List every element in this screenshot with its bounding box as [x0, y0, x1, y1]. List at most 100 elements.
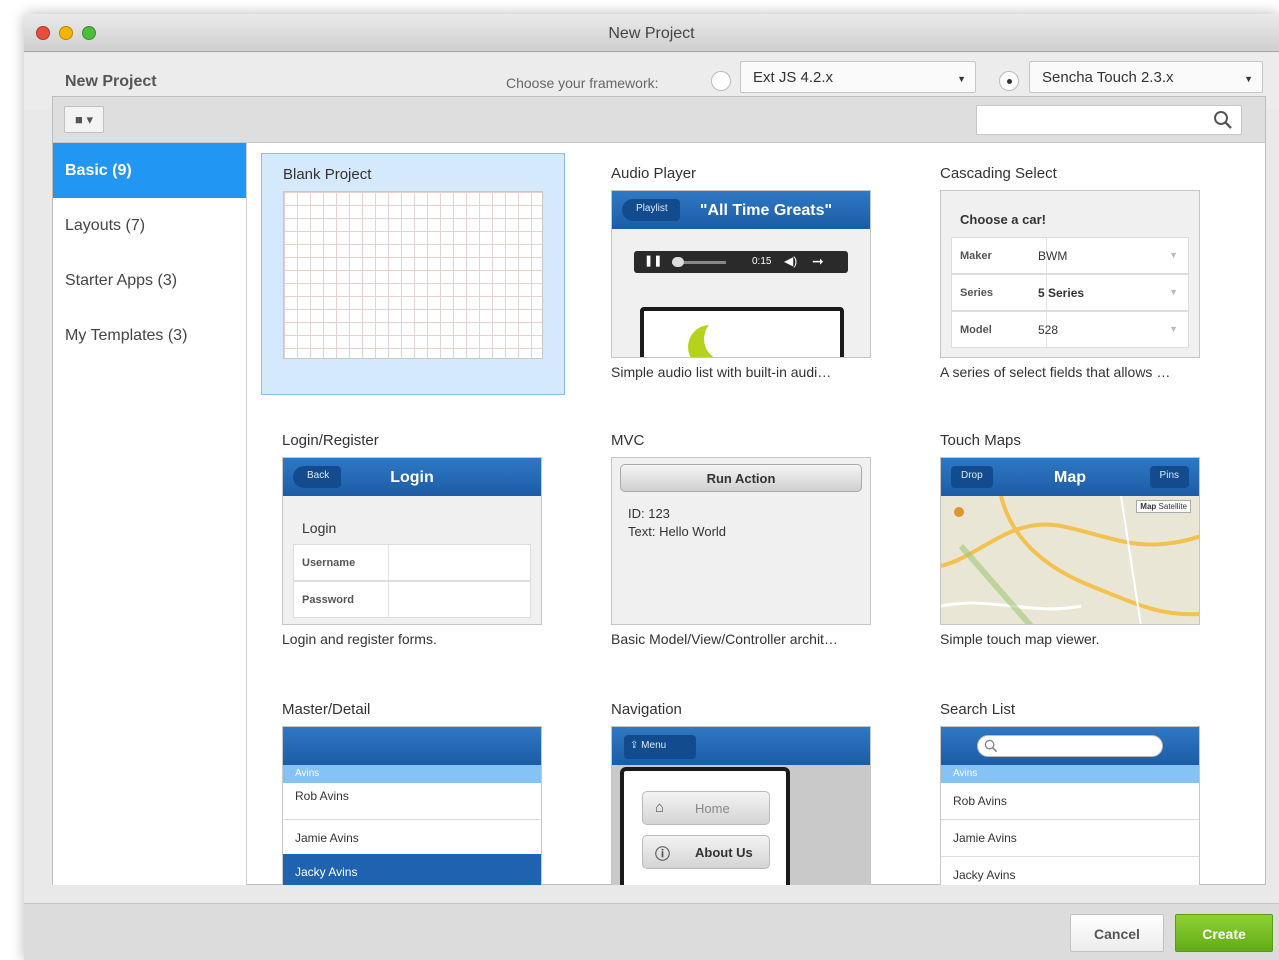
preview-pins-button: Pins [1149, 466, 1189, 488]
map-preview: Map Satellite [941, 496, 1199, 624]
map-type-toggle: Map Satellite [1136, 500, 1191, 513]
template-description: A series of select fields that allows … [940, 364, 1171, 380]
chevron-down-icon: ▼ [1169, 287, 1178, 297]
template-card-blank-project[interactable]: Blank Project [261, 153, 565, 395]
home-icon: ⌂ [655, 799, 665, 816]
preview-home-button: ⌂ Home [642, 791, 770, 825]
template-thumbnail: Avins Rob Avins Jamie Avins Jacky Avins [940, 726, 1200, 885]
chevron-down-icon: ▼ [957, 74, 966, 84]
list-item: Jacky Avins [283, 854, 541, 885]
sidebar-item-my-templates[interactable]: My Templates (3) [53, 308, 246, 363]
template-thumbnail: Avins Rob Avins Jamie Avins Jacky Avins [282, 726, 542, 885]
template-search-input[interactable] [976, 105, 1242, 135]
framework-label: Choose your framework: [506, 75, 659, 91]
row-divider [388, 582, 389, 617]
list-item: Rob Avins [941, 783, 1199, 820]
template-description: Simple touch map viewer. [940, 631, 1100, 647]
nav-item-label: Home [695, 801, 730, 816]
template-title: MVC [611, 432, 645, 449]
cancel-button[interactable]: Cancel [1070, 914, 1164, 952]
title-bar: New Project [24, 14, 1279, 52]
template-thumbnail: Choose a car! Maker BWM ▼ Series 5 Serie… [940, 190, 1200, 358]
chevron-down-icon: ▼ [1169, 250, 1178, 260]
template-description: Basic Model/View/Controller archit… [611, 631, 838, 647]
template-card-search-list[interactable]: Search List Avins Rob Avins Jamie Avins [919, 689, 1223, 885]
view-mode-button[interactable]: ■ ▾ [64, 106, 104, 133]
template-thumbnail: ⇪ Menu ⌂ Home ⓘ About Us [611, 726, 871, 885]
template-card-touch-maps[interactable]: Touch Maps Drop Map Pins Map Satellite S… [919, 420, 1223, 662]
row-divider [388, 545, 389, 580]
template-title: Search List [940, 701, 1016, 718]
list-group-header: Avins [941, 765, 1199, 783]
template-thumbnail: Playlist "All Time Greats" ❚❚ 0:15 ◀) ➞ [611, 190, 871, 358]
pause-icon: ❚❚ [644, 255, 663, 267]
preview-titlebar: ⇪ Menu [612, 727, 870, 765]
touch-version-select[interactable]: Sencha Touch 2.3.x ▼ [1029, 61, 1263, 93]
preview-search-field [977, 735, 1163, 757]
progress-knob [672, 257, 684, 267]
list-item: Jacky Avins [941, 857, 1199, 885]
search-icon [1214, 111, 1232, 129]
framework-radio-extjs[interactable] [711, 71, 731, 91]
template-thumbnail [283, 191, 543, 359]
map-type-satellite: Satellite [1158, 502, 1187, 511]
template-title: Blank Project [283, 166, 372, 183]
row-value: BWM [1038, 249, 1068, 263]
template-description: Simple audio list with built-in audi… [611, 364, 832, 380]
template-card-master-detail[interactable]: Master/Detail Avins Rob Avins Jamie Avin… [261, 689, 565, 885]
template-thumbnail: Drop Map Pins Map Satellite [940, 457, 1200, 625]
audio-time: 0:15 [752, 256, 772, 267]
info-icon: ⓘ [655, 846, 671, 863]
list-group-header: Avins [283, 765, 541, 783]
window-title: New Project [608, 25, 695, 42]
template-card-cascading-select[interactable]: Cascading Select Choose a car! Maker BWM… [919, 153, 1223, 395]
map-type-map: Map [1140, 502, 1157, 511]
template-thumbnail: Run Action ID: 123 Text: Hello World [611, 457, 871, 625]
sidebar-item-starter-apps[interactable]: Starter Apps (3) [53, 253, 246, 308]
preview-section-label: Login [302, 520, 337, 536]
preview-about-button: ⓘ About Us [642, 835, 770, 869]
preview-select-row: Series 5 Series ▼ [951, 274, 1189, 311]
framework-radio-touch[interactable] [999, 71, 1019, 91]
preview-menu-button: ⇪ Menu [624, 735, 696, 759]
template-title: Cascading Select [940, 165, 1057, 182]
preview-heading: Choose a car! [960, 212, 1046, 227]
template-grid: Blank Project Audio Player Playlist "All… [248, 143, 1253, 885]
list-item: Rob Avins [283, 783, 541, 820]
extjs-version-select[interactable]: Ext JS 4.2.x ▼ [740, 61, 976, 93]
preview-titlebar: Back Login [283, 458, 541, 496]
preview-titlebar [283, 727, 541, 765]
create-button[interactable]: Create [1175, 914, 1273, 952]
extjs-version-value: Ext JS 4.2.x [753, 69, 834, 86]
row-label: Series [960, 287, 994, 299]
volume-icon: ◀) [784, 254, 798, 268]
list-item: Jamie Avins [941, 820, 1199, 857]
template-card-audio-player[interactable]: Audio Player Playlist "All Time Greats" … [590, 153, 894, 395]
category-sidebar: Basic (9) Layouts (7) Starter Apps (3) M… [53, 143, 247, 885]
dialog-title: New Project [65, 73, 157, 90]
preview-titlebar: Drop Map Pins [941, 458, 1199, 496]
nav-item-label: About Us [695, 845, 753, 860]
template-title: Touch Maps [940, 432, 1021, 449]
template-title: Master/Detail [282, 701, 371, 718]
moon-graphic [688, 317, 748, 357]
preview-select-row: Model 528 ▼ [951, 311, 1189, 348]
album-art [640, 307, 844, 357]
template-card-login-register[interactable]: Login/Register Back Login Login Username… [261, 420, 565, 662]
preview-title: Login [390, 469, 434, 486]
preview-titlebar: Playlist "All Time Greats" [612, 191, 870, 229]
preview-text-line: Text: Hello World [628, 524, 727, 539]
new-project-window: New Project New Project Choose your fram… [24, 14, 1279, 960]
row-value: 528 [1038, 323, 1059, 337]
preview-select-row: Maker BWM ▼ [951, 237, 1189, 274]
template-thumbnail: Back Login Login Username Password [282, 457, 542, 625]
template-card-mvc[interactable]: MVC Run Action ID: 123 Text: Hello World… [590, 420, 894, 662]
template-card-navigation[interactable]: Navigation ⇪ Menu ⌂ Home ⓘ About Us [590, 689, 894, 885]
preview-titlebar [941, 727, 1199, 765]
preview-field-row: Password [293, 581, 531, 618]
menu-label: Menu [641, 740, 667, 751]
template-description: Login and register forms. [282, 631, 437, 647]
preview-field-row: Username [293, 544, 531, 581]
sidebar-item-basic[interactable]: Basic (9) [53, 143, 246, 198]
sidebar-item-layouts[interactable]: Layouts (7) [53, 198, 246, 253]
